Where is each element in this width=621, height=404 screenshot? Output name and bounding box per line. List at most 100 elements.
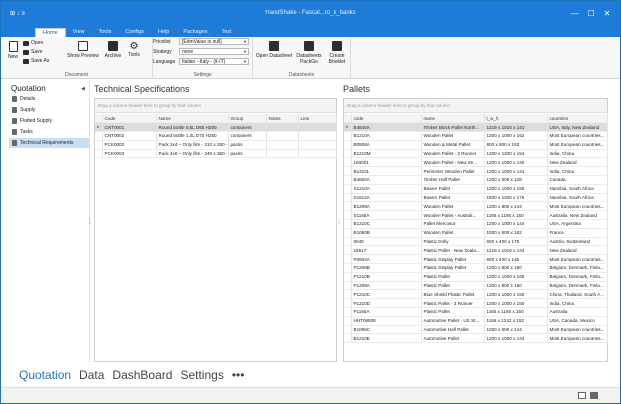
new-button[interactable]: New xyxy=(6,41,20,60)
column-header-group[interactable]: Group xyxy=(228,114,267,124)
table-row[interactable]: B4820A Timber Half Pallet 1200 x 508 x 128… xyxy=(344,175,608,185)
nav-item-details[interactable]: Details xyxy=(9,94,89,104)
bottom-nav-settings[interactable]: Settings xyxy=(180,368,223,382)
table-cell: Wooden Pallet - New Ze... xyxy=(421,157,485,168)
table-row[interactable]: B1210E Automotive Pallet 1200 x 1000 x 144… xyxy=(344,333,608,344)
save-button[interactable]: Save xyxy=(23,49,42,55)
left-splitter[interactable]: ⋮ xyxy=(87,80,93,362)
table-cell: Plastic Pallet xyxy=(421,272,485,282)
close-button[interactable]: ✕ xyxy=(601,9,613,18)
bottom-nav-more[interactable]: ••• xyxy=(232,368,245,382)
table-row[interactable]: B1210C Pallet Mercosur 1200 x 1000 x 144 US… xyxy=(344,219,608,229)
table-row[interactable]: B1208A Wooden Pallet 1200 x 800 x 144 Most … xyxy=(344,201,608,212)
table-cell: B1210C xyxy=(351,219,422,229)
bottom-nav-data[interactable]: Data xyxy=(79,368,104,382)
table-row[interactable]: B1210A Wooden Pallet 1200 x 1000 x 162 Most… xyxy=(344,131,608,141)
tab-configs[interactable]: Configs xyxy=(118,28,151,37)
collapse-icon[interactable]: ◀ xyxy=(81,86,85,92)
table-row[interactable]: S1512A Bearer Pallet 1500 x 1200 x 176 Nami… xyxy=(344,193,608,203)
table-row[interactable]: B1210L Perimeter Wooden Pallet 1200 x 1000… xyxy=(344,166,608,177)
column-header-notes[interactable]: Notes xyxy=(266,114,299,124)
table-row[interactable]: PCK0003 Pack 4x6 – Only film - 240 x 360 … xyxy=(95,149,337,159)
table-row[interactable]: B1060B Wooden Pallet 1000 x 600 x 162 Franc… xyxy=(344,228,608,238)
open-datasheet-button[interactable]: Open Datasheet xyxy=(255,41,293,59)
nav-item-supply[interactable]: Supply xyxy=(9,105,89,115)
table-row[interactable]: S1210A Bearer Pallet 1200 x 1000 x 150 Nami… xyxy=(344,184,608,194)
bottom-nav-quotation[interactable]: Quotation xyxy=(19,368,71,382)
create-booklet-button[interactable]: Create Booklet xyxy=(325,41,349,65)
pricelist-select[interactable]: [EdmValue is null] ▼ xyxy=(179,38,249,45)
table-cell: 1200 x 1000 x 162 xyxy=(484,131,548,141)
column-header-l_w_h[interactable]: l_w_h xyxy=(484,114,548,124)
minimize-button[interactable]: — xyxy=(569,9,581,18)
tab-packages[interactable]: Packages xyxy=(176,28,214,37)
table-cell: Australia, New Zealand xyxy=(547,210,608,221)
document-icon xyxy=(12,107,17,113)
table-cell: Belgium, Denmark, Finla... xyxy=(547,281,608,291)
window-title: HandShake - Fascal...ro_x_banks xyxy=(265,10,356,16)
open-button[interactable]: Open xyxy=(23,40,43,46)
nav-item-flatted-supply[interactable]: Flatted Supply xyxy=(9,116,89,126)
bottom-nav-dashboard[interactable]: DashBoard xyxy=(112,368,172,382)
tab-home[interactable]: Home xyxy=(35,28,66,37)
table-row[interactable]: P1208A Plastic Pallet 1200 x 800 x 160 Belg… xyxy=(344,281,608,291)
table-cell: 1219 x 1016 x 141 xyxy=(484,122,548,133)
middle-splitter[interactable]: ⋮ xyxy=(336,80,342,362)
column-header-code[interactable]: Code xyxy=(102,114,157,124)
layout-reading-icon[interactable] xyxy=(590,392,598,399)
table-row[interactable]: P1210C Blue Shield Plastic Pallet 1200 x 1… xyxy=(344,289,608,300)
maximize-button[interactable]: ☐ xyxy=(585,9,597,18)
save-as-button[interactable]: Save As xyxy=(23,58,49,64)
column-header-line[interactable]: Line xyxy=(298,114,337,124)
table-row[interactable]: B0806A Wooden & Metal Pallet 800 x 600 x 1… xyxy=(344,140,608,150)
table-row[interactable]: ▸ B4840A Timber Block Pallet North... 1219 … xyxy=(344,122,608,133)
show-preview-label: Show Preview xyxy=(67,53,99,59)
table-row[interactable]: 6040 Plastic Dolly 600 x 400 x 175 Austria,… xyxy=(344,237,608,247)
column-header-name[interactable]: name xyxy=(421,114,485,124)
tab-view[interactable]: View xyxy=(66,28,92,37)
tools-button[interactable]: ⚙ Tools xyxy=(125,41,143,58)
archive-button[interactable]: Archive xyxy=(103,41,123,59)
table-cell xyxy=(266,140,299,150)
tab-help[interactable]: Help xyxy=(151,28,176,37)
table-row[interactable]: P1210B Plastic Pallet 1200 x 1000 x 160 Bel… xyxy=(344,272,608,282)
table-row[interactable]: HHT06508 Automotive Pallet - US St... 1166… xyxy=(344,316,608,326)
group-by-area[interactable]: Drag a column header here to group by th… xyxy=(95,99,336,113)
table-row[interactable]: B1210M Wooden Pallet - 3 Runner 1200 x 120… xyxy=(344,149,608,159)
table-row[interactable]: 16517 Plastic Pallet - New Zeala... 1219 x… xyxy=(344,245,608,256)
table-cell: 800 x 600 x 163 xyxy=(484,140,548,150)
column-header-name[interactable]: Name xyxy=(156,114,229,124)
table-row[interactable]: PCK0002 Pack 3x4 – Only film - 210 x 280 … xyxy=(95,140,337,150)
tab-tools[interactable]: Tools xyxy=(92,28,119,37)
layout-normal-icon[interactable] xyxy=(578,392,586,399)
table-cell: 1200 x 1000 x 144 xyxy=(484,166,548,177)
table-row[interactable]: P1208B Plastic Display Pallet 1200 x 800 x… xyxy=(344,263,608,273)
column-header-countries[interactable]: countries xyxy=(547,114,608,124)
panel-title: Pallets xyxy=(343,84,371,94)
table-cell: S1210A xyxy=(351,184,422,194)
tab-test[interactable]: Test xyxy=(214,28,238,37)
table-row[interactable]: P1165A Plastic Pallet 1165 x 1165 x 150 Aus… xyxy=(344,307,608,317)
strategy-select[interactable]: none ▼ xyxy=(179,48,249,55)
table-row[interactable]: ▸ CNT0001 Round bottle 0,5L D60 H200 contai… xyxy=(95,122,337,133)
table-cell: 1200 x 1000 x 150 xyxy=(484,298,548,309)
table-cell: Most European countries... xyxy=(547,333,608,344)
group-by-area[interactable]: Drag a column header here to group by th… xyxy=(344,99,607,113)
table-row[interactable]: 160001 Wooden Pallet - New Ze... 1200 x 10… xyxy=(344,157,608,168)
column-header-code[interactable]: code xyxy=(351,114,422,124)
datasheets-packgo-button[interactable]: Datasheets PackGo xyxy=(295,41,323,65)
table-row[interactable]: CNT0002 Round bottle 1,0L D70 H250 contain… xyxy=(95,131,337,141)
nav-item-tasks[interactable]: Tasks xyxy=(9,127,89,137)
chevron-down-icon: ▼ xyxy=(243,39,247,44)
show-preview-button[interactable]: Show Preview xyxy=(67,41,99,59)
language-select[interactable]: Italian - Italy - (it-IT) ▼ xyxy=(179,58,249,65)
nav-item-technical-requirements[interactable]: Technical Requirements xyxy=(9,138,89,148)
table-cell: USA, Canada, Mexico xyxy=(547,316,608,326)
table-row[interactable]: P0604A Plastic Display Pallet 600 x 400 x … xyxy=(344,254,608,265)
table-row[interactable]: S1165A Wooden Pallet - Australi... 1165 x … xyxy=(344,210,608,221)
pallets-grid: Drag a column header here to group by th… xyxy=(343,98,608,362)
table-row[interactable]: B1006C Automotive Half Pallet 1000 x 600 x… xyxy=(344,325,608,335)
table-row[interactable]: P1210D Plastic Pallet - 3 Runner 1200 x 10… xyxy=(344,298,608,309)
table-cell: P1165A xyxy=(351,307,422,317)
pane-title: Quotation xyxy=(11,84,46,93)
